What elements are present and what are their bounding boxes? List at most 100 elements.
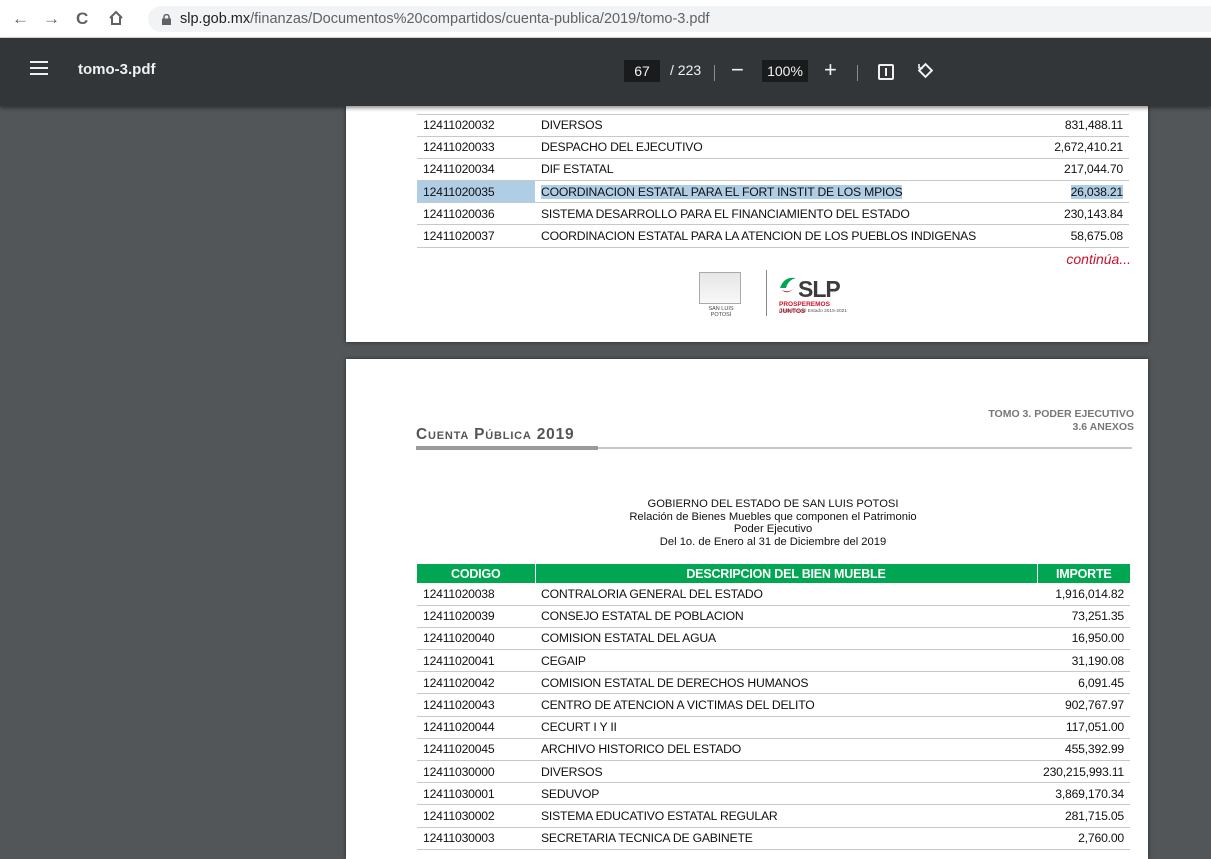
url-host: slp.gob.mx: [180, 11, 251, 27]
government-logo: SAN LUIS POTOSÍ SLP PROSPEREMOS JUNTOS G…: [699, 268, 849, 320]
table-row: 12411020037 COORDINACION ESTATAL PARA LA…: [417, 224, 1129, 248]
cell-code: 12411030003: [417, 827, 535, 850]
cell-description: CEGAIP: [535, 649, 1037, 673]
pdf-toolbar: tomo-3.pdf 67 / 223 − 100% +: [0, 38, 1211, 106]
table-row-selected: 12411020035 COORDINACION ESTATAL PARA EL…: [417, 180, 1129, 204]
browser-address-bar: ← → C slp.gob.mx/finanzas/Documentos%20c…: [0, 0, 1211, 38]
cell-code: 12411030002: [417, 804, 535, 828]
cell-amount: 281,715.05: [1037, 804, 1131, 828]
rotate-icon[interactable]: [916, 62, 934, 80]
cell-description: CENTRO DE ATENCION A VICTIMAS DEL DELITO: [535, 693, 1037, 717]
back-arrow-icon[interactable]: ←: [12, 9, 29, 29]
zoom-in-button[interactable]: +: [824, 57, 837, 83]
cell-code: 12411020033: [417, 136, 535, 159]
cell-amount: 217,044.70: [1037, 158, 1129, 182]
cell-description: COMISION ESTATAL DE DERECHOS HUMANOS: [535, 671, 1037, 695]
cell-code: 12411020041: [417, 649, 535, 673]
cell-code: 12411020034: [417, 158, 535, 182]
cell-amount: 31,190.08: [1037, 649, 1131, 673]
cell-amount: 230,143.84: [1037, 202, 1129, 226]
table-row: 12411020041 CEGAIP 31,190.08: [417, 649, 1131, 673]
cell-amount: 455,392.99: [1037, 738, 1131, 762]
header-codigo: CODIGO: [417, 564, 535, 583]
page-header-right: TOMO 3. PODER EJECUTIVO 3.6 ANEXOS: [988, 408, 1134, 434]
pdf-page: TOMO 3. PODER EJECUTIVO 3.6 ANEXOS Cuent…: [346, 359, 1148, 859]
cell-description: CECURT I Y II: [535, 716, 1037, 739]
zoom-out-button[interactable]: −: [731, 57, 744, 83]
cell-amount: 73,251.35: [1037, 605, 1131, 628]
logo-slp-text: SLP: [798, 276, 841, 302]
home-icon[interactable]: [108, 10, 124, 26]
cell-amount: 1,916,014.82: [1037, 583, 1131, 606]
toolbar-divider: [714, 65, 715, 81]
table-row: 12411020034 DIF ESTATAL 217,044.70: [417, 158, 1129, 182]
logo-gobierno: Gobierno del Estado 2015-2021: [779, 309, 848, 314]
table-header: CODIGO DESCRIPCION DEL BIEN MUEBLE IMPOR…: [417, 564, 1131, 583]
table-row: 12411020040 COMISION ESTATAL DEL AGUA 16…: [417, 627, 1131, 651]
cell-code: 12411020037: [417, 224, 535, 248]
cell-amount: 3,869,170.34: [1037, 782, 1131, 806]
viewer-sidebar: [0, 106, 332, 837]
zoom-level-input[interactable]: 100%: [762, 60, 808, 82]
forward-arrow-icon[interactable]: →: [43, 9, 60, 29]
logo-divider: [766, 270, 767, 316]
table-row: 12411020039 CONSEJO ESTATAL DE POBLACION…: [417, 605, 1131, 628]
logo-state-name: SAN LUIS POTOSÍ: [708, 306, 734, 318]
report-title-line: GOBIERNO DEL ESTADO DE SAN LUIS POTOSI: [647, 498, 899, 510]
file-name: tomo-3.pdf: [78, 61, 156, 78]
cell-code: 12411030000: [417, 760, 535, 784]
selected-text: 26,038.21: [1070, 184, 1123, 199]
cell-description: CONSEJO ESTATAL DE POBLACION: [535, 605, 1037, 628]
url-bar[interactable]: slp.gob.mx/finanzas/Documentos%20compart…: [148, 6, 1211, 32]
header-descripcion: DESCRIPCION DEL BIEN MUEBLE: [534, 564, 1037, 583]
cell-amount: 117,051.00: [1037, 716, 1131, 739]
cell-code: 12411020040: [417, 627, 535, 651]
cell-code: 12411020043: [417, 693, 535, 717]
cell-amount: 2,672,410.21: [1037, 136, 1129, 159]
cell-description: ARCHIVO HISTORICO DEL ESTADO: [535, 738, 1037, 762]
cell-description: DIF ESTATAL: [535, 158, 1037, 182]
cell-description: SISTEMA DESARROLLO PARA EL FINANCIAMIENT…: [535, 202, 1037, 226]
cell-description: COMISION ESTATAL DEL AGUA: [535, 627, 1037, 651]
table-row: 12411020032 DIVERSOS 831,488.11: [417, 114, 1129, 137]
url-path: /finanzas/Documentos%20compartidos/cuent…: [250, 11, 710, 27]
page-total: / 223: [670, 62, 702, 78]
cuenta-publica-title: Cuenta Pública 2019: [416, 426, 575, 443]
cell-code: 12411020045: [417, 738, 535, 762]
cell-description: SEDUVOP: [535, 782, 1037, 806]
menu-icon[interactable]: [30, 61, 48, 79]
table-row: 12411020045 ARCHIVO HISTORICO DEL ESTADO…: [417, 738, 1131, 762]
reload-icon[interactable]: C: [76, 9, 88, 29]
cell-description: SECRETARIA TECNICA DE GABINETE: [535, 827, 1037, 850]
report-title: GOBIERNO DEL ESTADO DE SAN LUIS POTOSI R…: [416, 498, 1130, 548]
cell-description: CONTRALORIA GENERAL DEL ESTADO: [535, 583, 1037, 606]
fit-to-page-icon[interactable]: [878, 64, 894, 80]
cell-code: 12411020039: [417, 605, 535, 628]
cell-amount: 16,950.00: [1037, 627, 1131, 651]
pdf-page: 12411020032 DIVERSOS 831,488.11 12411020…: [346, 106, 1148, 342]
cell-code: 12411020035: [417, 180, 535, 204]
anexos-label: 3.6 ANEXOS: [1072, 421, 1134, 433]
table-row: 12411020036 SISTEMA DESARROLLO PARA EL F…: [417, 202, 1129, 226]
table-row: 12411020033 DESPACHO DEL EJECUTIVO 2,672…: [417, 136, 1129, 159]
cell-description: DESPACHO DEL EJECUTIVO: [535, 136, 1037, 159]
page-number-input[interactable]: 67: [624, 60, 660, 82]
table-row: 12411030003 SECRETARIA TECNICA DE GABINE…: [417, 827, 1131, 850]
report-title-line: Poder Ejecutivo: [733, 523, 813, 536]
cell-description: DIVERSOS: [535, 760, 1037, 784]
selected-text: COORDINACION ESTATAL PARA EL FORT INSTIT…: [541, 184, 903, 199]
cell-amount: 58,675.08: [1037, 224, 1129, 248]
header-importe: IMPORTE: [1036, 564, 1131, 583]
continua-label: continúa...: [1066, 251, 1131, 267]
cell-description: COORDINACION ESTATAL PARA LA ATENCION DE…: [535, 224, 1037, 248]
table-row: 12411020038 CONTRALORIA GENERAL DEL ESTA…: [417, 583, 1131, 606]
cell-code: 12411020032: [417, 114, 535, 137]
cell-code: 12411030001: [417, 782, 535, 806]
cell-amount: 2,760.00: [1037, 827, 1131, 850]
lock-icon: [162, 14, 171, 25]
cell-code: 12411020044: [417, 716, 535, 739]
toolbar-divider: [857, 65, 858, 81]
header-rule: [416, 446, 1132, 450]
table-row: 12411030001 SEDUVOP 3,869,170.34: [417, 782, 1131, 806]
cell-amount: 831,488.11: [1037, 114, 1129, 137]
